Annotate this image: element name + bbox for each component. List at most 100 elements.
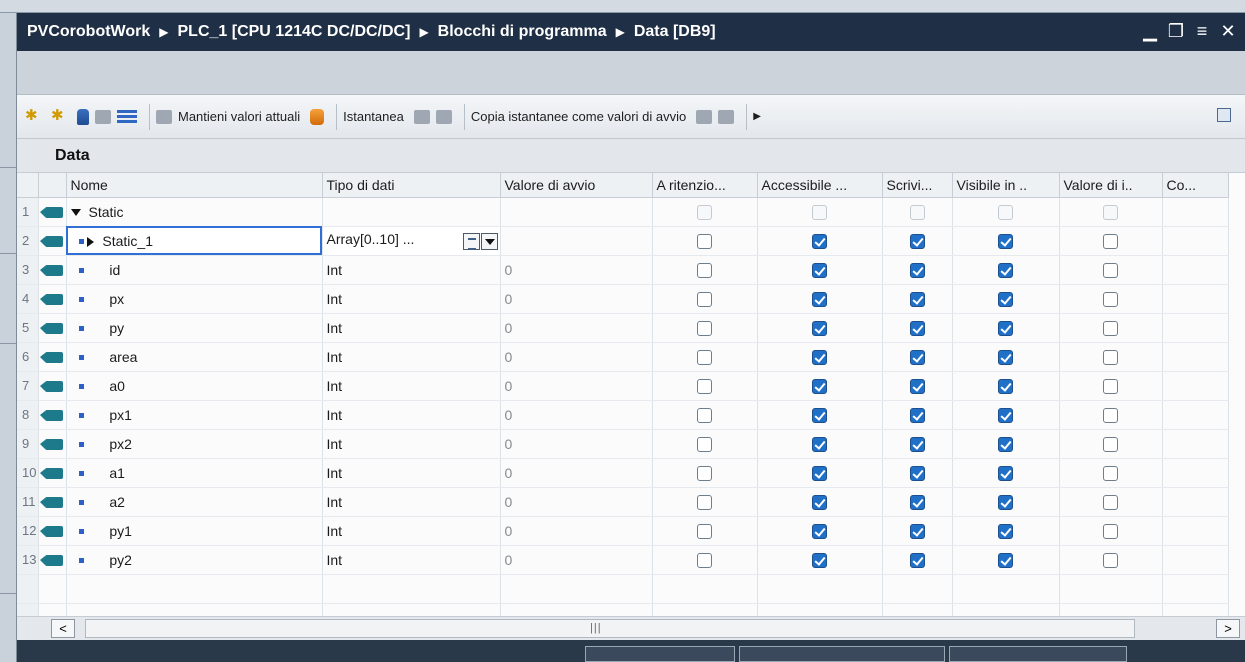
table-row[interactable]: 13 py2 Int 0: [17, 545, 1229, 575]
accessible-checkbox[interactable]: [812, 262, 827, 278]
setpoint-checkbox[interactable]: [1103, 465, 1118, 481]
writable-checkbox[interactable]: [909, 552, 925, 568]
retain-checkbox[interactable]: [697, 523, 712, 539]
setpoint-checkbox[interactable]: [1103, 407, 1118, 423]
list-icon[interactable]: [117, 110, 137, 123]
header-visible[interactable]: Visibile in ..: [952, 173, 1060, 198]
writable-checkbox[interactable]: [909, 349, 925, 365]
datatype-cell[interactable]: Array[0..10] ...: [322, 226, 501, 256]
setpoint-checkbox[interactable]: [1103, 494, 1118, 510]
breadcrumb-program-blocks[interactable]: Blocchi di programma: [438, 23, 607, 41]
empty-cell[interactable]: [952, 574, 1060, 604]
header-setpoint[interactable]: Valore di i..: [1059, 173, 1163, 198]
visible-checkbox[interactable]: [998, 262, 1013, 278]
visible-checkbox[interactable]: [998, 465, 1013, 481]
scroll-track[interactable]: [85, 619, 1135, 638]
accessible-checkbox[interactable]: [812, 552, 827, 568]
name-cell[interactable]: py1: [66, 516, 323, 546]
empty-cell[interactable]: [1059, 603, 1163, 616]
row-number[interactable]: 9: [17, 429, 39, 459]
setpoint-checkbox[interactable]: [1103, 262, 1118, 278]
setpoint-checkbox[interactable]: [1103, 349, 1118, 365]
retain-checkbox[interactable]: [697, 465, 712, 481]
copy-snapshot-icon[interactable]: [696, 109, 713, 124]
name-cell[interactable]: a1: [66, 458, 323, 488]
name-cell[interactable]: area: [66, 342, 323, 372]
table-row[interactable]: 8 px1 Int 0: [17, 400, 1229, 430]
row-number[interactable]: 12: [17, 516, 39, 546]
table-row[interactable]: 3 id Int 0: [17, 255, 1229, 285]
type-dropdown-icon[interactable]: [480, 232, 498, 250]
visible-checkbox[interactable]: [998, 349, 1013, 365]
writable-checkbox[interactable]: [909, 523, 925, 539]
left-side-panel[interactable]: [0, 13, 17, 662]
start-value-cell[interactable]: 0: [500, 458, 653, 488]
monitor-icon[interactable]: [156, 109, 172, 124]
start-value-cell[interactable]: 0: [500, 371, 653, 401]
edit-db-icon[interactable]: [95, 109, 111, 124]
status-field[interactable]: [739, 646, 945, 662]
accessible-checkbox[interactable]: [812, 233, 827, 249]
copy-snapshot-2-icon[interactable]: [718, 109, 735, 124]
visible-checkbox[interactable]: [998, 407, 1013, 423]
retain-checkbox[interactable]: [697, 552, 712, 568]
writable-checkbox[interactable]: [909, 465, 925, 481]
writable-checkbox[interactable]: [909, 436, 925, 452]
horizontal-scrollbar[interactable]: < ||| >: [17, 616, 1245, 640]
expand-icon[interactable]: [87, 236, 95, 247]
comment-cell[interactable]: [1162, 516, 1229, 546]
comment-cell[interactable]: [1162, 429, 1229, 459]
collapse-icon[interactable]: [70, 209, 81, 217]
empty-cell[interactable]: [66, 574, 323, 604]
breadcrumb-project[interactable]: PVCorobotWork: [27, 23, 150, 41]
datatype-cell[interactable]: Int: [322, 284, 501, 314]
visible-checkbox[interactable]: [998, 320, 1013, 336]
retain-checkbox[interactable]: [697, 262, 712, 278]
name-cell[interactable]: px1: [66, 400, 323, 430]
comment-cell[interactable]: [1162, 545, 1229, 575]
comment-cell[interactable]: [1162, 284, 1229, 314]
table-row[interactable]: 5 py Int 0: [17, 313, 1229, 343]
row-number[interactable]: 7: [17, 371, 39, 401]
datatype-cell[interactable]: Int: [322, 429, 501, 459]
empty-cell[interactable]: [652, 574, 758, 604]
row-number[interactable]: 6: [17, 342, 39, 372]
datatype-cell[interactable]: Int: [322, 487, 501, 517]
header-accessible[interactable]: Accessibile ...: [757, 173, 883, 198]
comment-cell[interactable]: [1162, 371, 1229, 401]
table-row[interactable]: 12 py1 Int 0: [17, 516, 1229, 546]
setpoint-checkbox[interactable]: [1103, 233, 1118, 249]
db-icon[interactable]: [77, 108, 89, 125]
row-number[interactable]: 2: [17, 226, 39, 256]
row-number[interactable]: 10: [17, 458, 39, 488]
header-name[interactable]: Nome: [66, 173, 323, 198]
keep-values-icon[interactable]: [310, 108, 325, 125]
empty-cell[interactable]: [322, 603, 501, 616]
datatype-cell[interactable]: Int: [322, 516, 501, 546]
empty-row[interactable]: [17, 603, 1229, 616]
empty-cell[interactable]: [1059, 574, 1163, 604]
empty-cell[interactable]: [500, 603, 653, 616]
retain-checkbox[interactable]: [697, 436, 712, 452]
visible-checkbox[interactable]: [998, 233, 1013, 249]
datatype-cell[interactable]: Int: [322, 545, 501, 575]
setpoint-checkbox[interactable]: [1103, 523, 1118, 539]
setpoint-checkbox[interactable]: [1103, 552, 1118, 568]
scroll-thumb[interactable]: |||: [590, 622, 602, 634]
retain-checkbox[interactable]: [697, 233, 712, 249]
accessible-checkbox[interactable]: [812, 436, 827, 452]
header-writable[interactable]: Scrivi...: [882, 173, 953, 198]
start-value-cell[interactable]: 0: [500, 429, 653, 459]
type-list-icon[interactable]: [462, 232, 480, 250]
datatype-cell[interactable]: Int: [322, 313, 501, 343]
empty-cell[interactable]: [652, 603, 758, 616]
table-row[interactable]: 10 a1 Int 0: [17, 458, 1229, 488]
empty-cell[interactable]: [1162, 603, 1229, 616]
name-cell[interactable]: py2: [66, 545, 323, 575]
row-number[interactable]: 5: [17, 313, 39, 343]
visible-checkbox[interactable]: [998, 552, 1013, 568]
comment-cell[interactable]: [1162, 400, 1229, 430]
accessible-checkbox[interactable]: [812, 465, 827, 481]
setpoint-checkbox[interactable]: [1103, 320, 1118, 336]
writable-checkbox[interactable]: [909, 233, 925, 249]
